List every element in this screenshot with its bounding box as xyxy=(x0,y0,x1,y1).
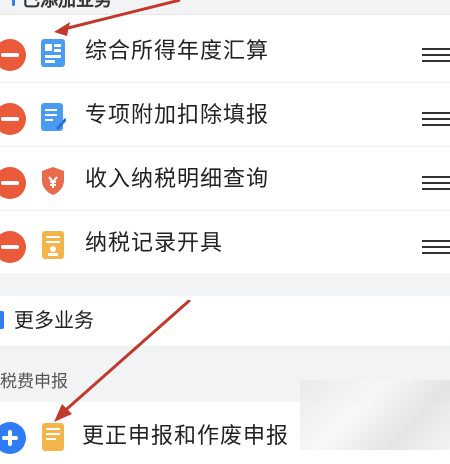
list-item-tax-record: 纳税记录开具 xyxy=(0,212,450,275)
section-title: 已添加业务 xyxy=(22,0,112,11)
added-section-header: 已添加业务 xyxy=(0,0,450,15)
subcategory-label: 税费申报 xyxy=(0,372,68,392)
document-orange-icon xyxy=(40,230,66,260)
list-item-label[interactable]: 收入纳税明细查询 xyxy=(85,165,269,195)
document-orange-icon xyxy=(40,422,66,452)
blurred-watermark-area xyxy=(300,380,450,450)
tax-form-blue-icon xyxy=(40,38,66,68)
drag-handle-icon[interactable] xyxy=(422,108,450,128)
drag-handle-icon[interactable] xyxy=(422,236,450,256)
section-bar xyxy=(12,0,15,6)
list-item-label[interactable]: 纳税记录开具 xyxy=(85,229,223,259)
section-bar xyxy=(0,311,4,329)
more-section-header: 更多业务 xyxy=(0,296,450,347)
list-item-label[interactable]: 综合所得年度汇算 xyxy=(85,37,269,67)
remove-button[interactable] xyxy=(0,231,26,263)
more-section-title: 更多业务 xyxy=(14,308,94,332)
remove-button[interactable] xyxy=(0,167,26,199)
remove-button[interactable] xyxy=(0,103,26,135)
list-item-special-deduction: 专项附加扣除填报 xyxy=(0,84,450,147)
list-item-label[interactable]: 更正申报和作废申报 xyxy=(82,422,289,452)
drag-handle-icon[interactable] xyxy=(422,172,450,192)
remove-button[interactable] xyxy=(0,39,26,71)
shield-red-icon xyxy=(40,166,66,196)
section-divider xyxy=(0,276,450,296)
drag-handle-icon[interactable] xyxy=(422,44,450,64)
add-button[interactable] xyxy=(0,422,26,454)
list-item-label[interactable]: 专项附加扣除填报 xyxy=(85,101,269,131)
edit-document-blue-icon xyxy=(40,102,67,132)
list-item-annual-settlement: 综合所得年度汇算 xyxy=(0,20,450,83)
list-item-income-tax-query: 收入纳税明细查询 xyxy=(0,148,450,211)
